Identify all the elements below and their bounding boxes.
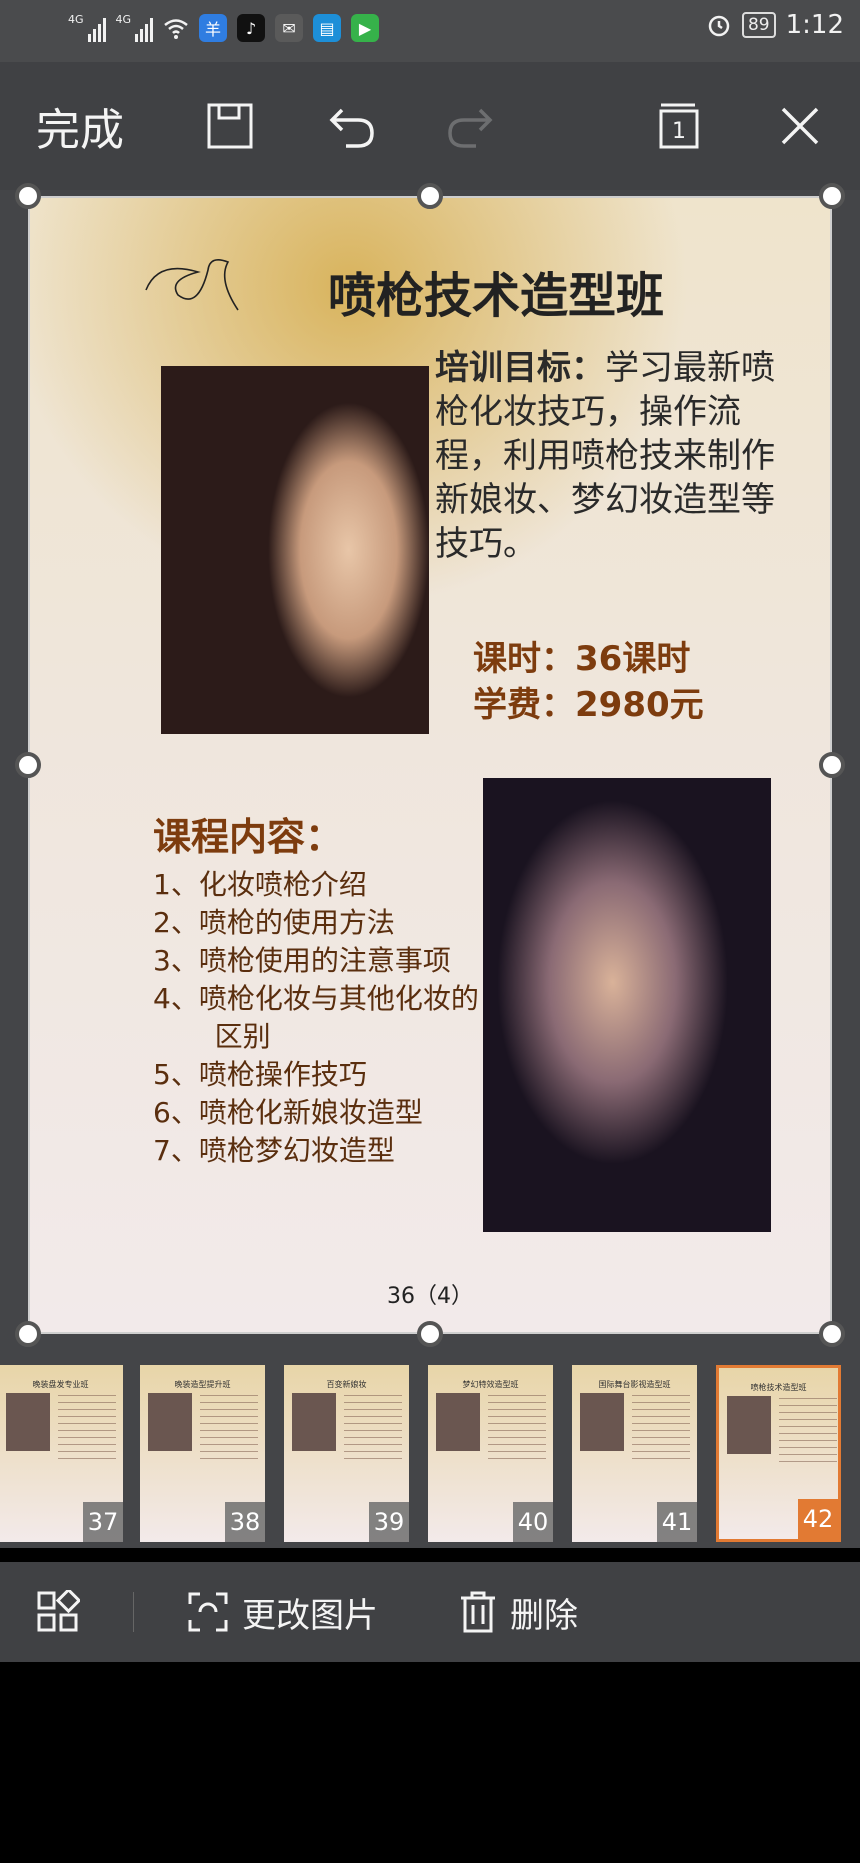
undo-button[interactable]	[318, 62, 386, 190]
resize-handle-bottom-right[interactable]	[819, 1321, 845, 1347]
slide[interactable]: 喷枪技术造型班 培训目标：学习最新喷枪化妆技巧，操作流程，利用喷枪技来制作新娘妆…	[28, 196, 832, 1334]
thumbnail-title: 百变新娘妆	[326, 1380, 367, 1389]
trash-icon	[461, 1591, 495, 1633]
file-app-icon: ▤	[313, 14, 342, 42]
thumbnail-number: 41	[657, 1502, 697, 1542]
resize-handle-top[interactable]	[417, 183, 443, 209]
thumbnail-title: 晚装盘发专业班	[32, 1380, 89, 1389]
course-item: 5、喷枪操作技巧	[153, 1058, 367, 1091]
slide-title: 喷枪技术造型班	[328, 268, 665, 324]
airbrush-makeup-photo	[161, 366, 429, 734]
signal-icon: 4G	[116, 14, 154, 42]
clock: 1:12	[785, 10, 844, 40]
grid-icon	[37, 1590, 80, 1632]
change-image-button[interactable]: 更改图片	[186, 1562, 378, 1662]
delete-label: 删除	[510, 1595, 578, 1636]
wifi-icon	[164, 19, 188, 39]
training-goal-label: 培训目标：	[435, 348, 605, 388]
signal-icon: 4G	[68, 14, 106, 42]
undo-icon	[329, 108, 374, 148]
save-icon	[207, 103, 253, 149]
tuition-fee: 学费：2980元	[473, 685, 704, 725]
signature-logo	[145, 259, 239, 311]
resize-handle-top-left[interactable]	[15, 183, 41, 209]
bottom-action-bar: 更改图片 删除	[0, 1562, 860, 1662]
battery-indicator: 89	[741, 12, 776, 38]
thumbnail[interactable]: 百变新娘妆 39	[284, 1365, 409, 1542]
status-bar: 4G 4G 羊 ♪ ✉ ▤ ▶ 89 1:12	[0, 0, 860, 62]
training-goal-text: 培训目标：学习最新喷枪化妆技巧，操作流程，利用喷枪技来制作新娘妆、梦幻妆造型等技…	[435, 346, 795, 566]
delete-button[interactable]: 删除	[458, 1562, 578, 1662]
resize-handle-right[interactable]	[819, 752, 845, 778]
thumbnail-title: 梦幻特效造型班	[462, 1380, 519, 1389]
change-image-label: 更改图片	[242, 1595, 378, 1636]
status-right: 89 1:12	[706, 10, 844, 40]
thumbnail-title: 喷枪技术造型班	[750, 1383, 807, 1392]
thumbnail[interactable]: 晚装盘发专业班 37	[0, 1365, 123, 1542]
thumbnail-title: 国际舞台影视造型班	[598, 1380, 671, 1389]
course-item: 7、喷枪梦幻妆造型	[153, 1134, 395, 1167]
thumbnail[interactable]: 国际舞台影视造型班 41	[572, 1365, 697, 1542]
thumbnail-number: 38	[225, 1502, 265, 1542]
class-hours: 课时：36课时	[473, 639, 691, 679]
page-count-label: 1	[672, 119, 686, 144]
status-left: 4G 4G 羊 ♪ ✉ ▤ ▶	[68, 14, 380, 42]
resize-handle-bottom[interactable]	[417, 1321, 443, 1347]
course-item: 1、化妆喷枪介绍	[153, 868, 367, 901]
thumbnail-number: 39	[369, 1502, 409, 1542]
thumbnail-active[interactable]: 喷枪技术造型班 42	[716, 1365, 841, 1542]
thumbnail-strip: 晚装盘发专业班 37 晚装造型提升班 38 百变新娘妆 39 梦幻特效造型班 4…	[0, 1362, 860, 1548]
change-image-icon	[188, 1592, 228, 1632]
page-count-button[interactable]: 1	[648, 62, 708, 190]
thumbnail[interactable]: 梦幻特效造型班 40	[428, 1365, 553, 1542]
close-button[interactable]	[770, 62, 830, 190]
course-info: 课时：36课时 学费：2980元	[473, 636, 704, 728]
fantasy-makeup-photo	[483, 778, 771, 1232]
wechat-icon: ✉	[275, 14, 304, 42]
network-type-label: 4G	[115, 13, 132, 26]
course-item: 2、喷枪的使用方法	[153, 906, 395, 939]
course-content: 课程内容： 1、化妆喷枪介绍 2、喷枪的使用方法 3、喷枪使用的注意事项 4、喷…	[153, 812, 483, 1170]
course-item: 6、喷枪化新娘妆造型	[153, 1096, 423, 1129]
divider	[133, 1592, 134, 1632]
sheep-app-icon: 羊	[199, 14, 228, 42]
done-button[interactable]: 完成	[36, 62, 124, 190]
grid-view-button[interactable]	[36, 1562, 80, 1662]
thumbnail-number: 42	[798, 1499, 838, 1539]
resize-handle-left[interactable]	[15, 752, 41, 778]
close-icon	[781, 107, 819, 145]
editor-toolbar: 完成 1	[0, 62, 860, 190]
thumbnail-number: 40	[513, 1502, 553, 1542]
video-app-icon: ▶	[351, 14, 380, 42]
canvas-area: 喷枪技术造型班 培训目标：学习最新喷枪化妆技巧，操作流程，利用喷枪技来制作新娘妆…	[0, 183, 860, 1362]
thumbnail-title: 晚装造型提升班	[174, 1380, 231, 1389]
slide-page-number: 36（4）	[387, 1284, 473, 1309]
redo-button[interactable]	[436, 62, 504, 190]
redo-icon	[448, 108, 493, 148]
resize-handle-bottom-left[interactable]	[15, 1321, 41, 1347]
pages-icon: 1	[659, 103, 699, 149]
course-item: 4、喷枪化妆与其他化妆的区别	[153, 982, 479, 1053]
resize-handle-top-right[interactable]	[819, 183, 845, 209]
tiktok-icon: ♪	[237, 14, 266, 42]
alarm-icon	[708, 15, 730, 37]
course-heading: 课程内容：	[153, 815, 344, 859]
thumbnail[interactable]: 晚装造型提升班 38	[140, 1365, 265, 1542]
save-button[interactable]	[196, 62, 264, 190]
thumbnail-number: 37	[83, 1502, 123, 1542]
network-type-label: 4G	[68, 13, 84, 26]
course-item: 3、喷枪使用的注意事项	[153, 944, 451, 977]
